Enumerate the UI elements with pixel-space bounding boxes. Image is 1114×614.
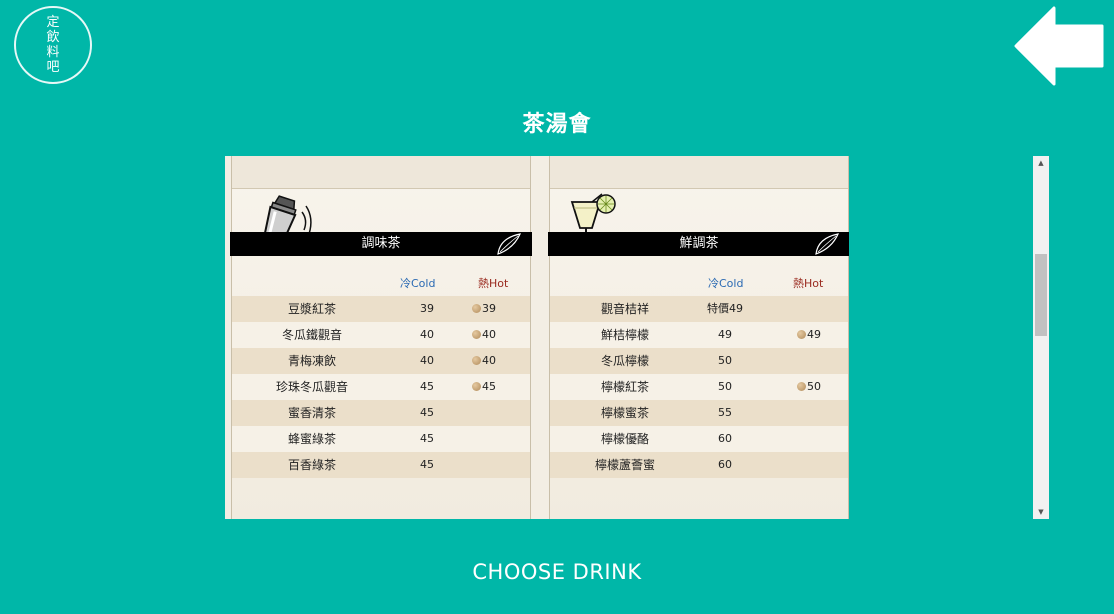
- hot-dot-icon: [797, 382, 806, 391]
- cold-price: 40: [420, 328, 434, 341]
- panel-top-strip: [232, 156, 530, 189]
- page-title: 茶湯會: [522, 112, 592, 137]
- menu-row: 觀音桔祥 特價49: [550, 296, 848, 322]
- back-button[interactable]: [1014, 6, 1104, 86]
- cold-price: 49: [718, 328, 732, 341]
- item-name: 鮮桔檸檬: [600, 328, 649, 342]
- menu-row: 冬瓜鐵觀音 40 40: [232, 322, 530, 348]
- menu-rows: 豆漿紅茶 39 39 冬瓜鐵觀音 40 40 青梅凍飲 40 40 珍珠冬瓜觀音…: [232, 296, 530, 478]
- hot-column-header: 熱Hot: [793, 277, 824, 290]
- panel-top-strip: [550, 156, 848, 189]
- logo-char: 飲: [46, 30, 60, 45]
- menu-row: 檸檬蘆薈蜜 60: [550, 452, 848, 478]
- menu-panel-right: 鮮調茶 冷Cold 熱Hot 觀音桔祥 特價49 鮮桔檸檬 49 49 冬瓜檸檬…: [548, 156, 849, 519]
- scroll-up-arrow-icon[interactable]: ▲: [1033, 156, 1049, 170]
- leaf-icon: [815, 233, 840, 255]
- menu-row: 豆漿紅茶 39 39: [232, 296, 530, 322]
- item-name: 蜂蜜綠茶: [287, 432, 336, 446]
- item-name: 檸檬紅茶: [600, 380, 649, 394]
- cold-price: 特價49: [707, 302, 743, 315]
- item-name: 檸檬蘆薈蜜: [594, 458, 655, 472]
- hot-price: 45: [482, 380, 496, 393]
- hot-price-cell: 49: [797, 322, 847, 348]
- item-name: 觀音桔祥: [600, 302, 649, 316]
- menu-row: 百香綠茶 45: [232, 452, 530, 478]
- choose-drink-button[interactable]: CHOOSE DRINK: [0, 560, 1114, 584]
- menu-row: 珍珠冬瓜觀音 45 45: [232, 374, 530, 400]
- menu-row: 檸檬優酪 60: [550, 426, 848, 452]
- hot-price: 40: [482, 354, 496, 367]
- hot-price: 39: [482, 302, 496, 315]
- item-name: 檸檬優酪: [600, 432, 649, 446]
- item-name: 檸檬蜜茶: [600, 406, 649, 420]
- hot-dot-icon: [472, 330, 481, 339]
- item-name: 冬瓜鐵觀音: [281, 328, 342, 342]
- cold-price: 45: [420, 380, 434, 393]
- hot-column-header: 熱Hot: [478, 277, 509, 290]
- category-title: 鮮調茶: [679, 236, 719, 251]
- hot-price-cell: 50: [797, 374, 847, 400]
- hot-dot-icon: [472, 382, 481, 391]
- item-name: 百香綠茶: [287, 458, 336, 472]
- hot-price: 49: [807, 328, 821, 341]
- menu-row: 蜜香清茶 45: [232, 400, 530, 426]
- leaf-icon: [497, 233, 522, 255]
- cold-price: 55: [718, 406, 732, 419]
- menu-image: 調味茶 冷Cold 熱Hot 豆漿紅茶 39 39 冬瓜鐵觀音 40 40 青梅…: [225, 156, 849, 519]
- cold-column-header: 冷Cold: [400, 277, 436, 290]
- hot-price-cell: 39: [472, 296, 522, 322]
- menu-row: 檸檬蜜茶 55: [550, 400, 848, 426]
- scroll-down-arrow-icon[interactable]: ▼: [1033, 505, 1049, 519]
- cold-price: 45: [420, 432, 434, 445]
- cold-price: 45: [420, 458, 434, 471]
- menu-row: 鮮桔檸檬 49 49: [550, 322, 848, 348]
- back-arrow-icon: [1014, 6, 1104, 86]
- hot-dot-icon: [472, 304, 481, 313]
- item-name: 豆漿紅茶: [287, 302, 336, 316]
- cold-price: 45: [420, 406, 434, 419]
- brand-logo: 定 飲 料 吧: [14, 6, 92, 84]
- vertical-scrollbar[interactable]: ▲ ▼: [1033, 156, 1049, 519]
- hot-price: 50: [807, 380, 821, 393]
- hot-price-cell: 45: [472, 374, 522, 400]
- logo-char: 吧: [46, 60, 60, 75]
- menu-row: 檸檬紅茶 50 50: [550, 374, 848, 400]
- hot-price-cell: 40: [472, 322, 522, 348]
- cold-price: 50: [718, 380, 732, 393]
- category-header: 鮮調茶: [548, 232, 849, 256]
- hot-dot-icon: [472, 356, 481, 365]
- item-name: 蜜香清茶: [287, 406, 336, 420]
- hot-price: 40: [482, 328, 496, 341]
- cold-price: 50: [718, 354, 732, 367]
- category-header: 調味茶: [230, 232, 532, 256]
- logo-char: 定: [46, 15, 60, 30]
- item-name: 珍珠冬瓜觀音: [275, 380, 348, 394]
- category-title: 調味茶: [361, 236, 401, 251]
- hot-price-cell: 40: [472, 348, 522, 374]
- cold-price: 60: [718, 458, 732, 471]
- cold-price: 39: [420, 302, 434, 315]
- menu-row: 冬瓜檸檬 50: [550, 348, 848, 374]
- item-name: 冬瓜檸檬: [600, 354, 649, 368]
- item-name: 青梅凍飲: [287, 354, 336, 368]
- cold-column-header: 冷Cold: [708, 277, 744, 290]
- menu-panel-left: 調味茶 冷Cold 熱Hot 豆漿紅茶 39 39 冬瓜鐵觀音 40 40 青梅…: [230, 156, 532, 519]
- hot-dot-icon: [797, 330, 806, 339]
- menu-row: 青梅凍飲 40 40: [232, 348, 530, 374]
- scrollbar-thumb[interactable]: [1035, 254, 1047, 336]
- menu-rows: 觀音桔祥 特價49 鮮桔檸檬 49 49 冬瓜檸檬 50 檸檬紅茶 50 50 …: [550, 296, 848, 478]
- menu-row: 蜂蜜綠茶 45: [232, 426, 530, 452]
- cold-price: 40: [420, 354, 434, 367]
- logo-char: 料: [46, 45, 60, 60]
- cold-price: 60: [718, 432, 732, 445]
